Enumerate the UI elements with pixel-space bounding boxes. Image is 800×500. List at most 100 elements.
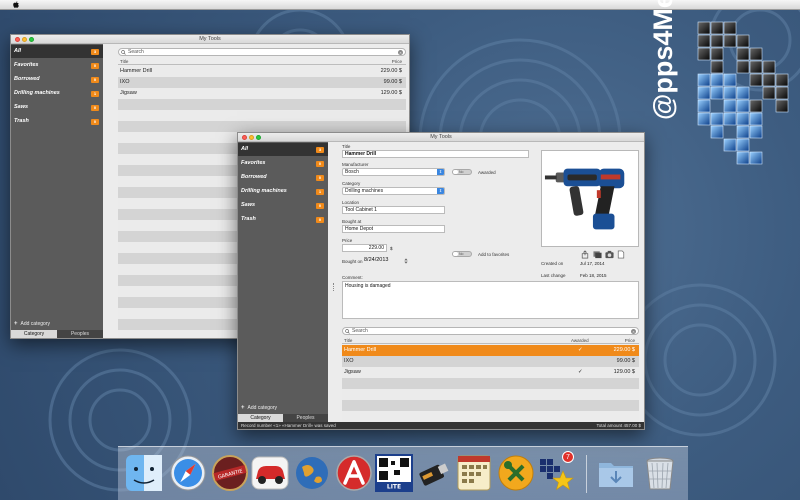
price-field[interactable]: 229.00	[342, 244, 387, 252]
camera-icon[interactable]	[605, 250, 614, 259]
zoom-button[interactable]	[256, 135, 261, 140]
minimize-button[interactable]	[22, 37, 27, 42]
safari-icon[interactable]	[168, 453, 208, 493]
close-button[interactable]	[242, 135, 247, 140]
segment-peoples[interactable]: Peoples	[57, 330, 103, 338]
cell-title: Hammer Drill	[344, 347, 377, 353]
table-row[interactable]: IXO 99.00 $	[342, 356, 639, 367]
column-title[interactable]: Title	[344, 337, 352, 344]
category-trash[interactable]: Trash 0	[238, 213, 328, 226]
empty-rows	[342, 378, 639, 422]
category-all[interactable]: All 3	[11, 45, 103, 58]
segment-peoples[interactable]: Peoples	[283, 414, 328, 422]
clear-search-icon[interactable]: ×	[398, 49, 403, 55]
downloads-folder-icon[interactable]	[596, 453, 636, 493]
back-window-titlebar[interactable]: My Tools	[11, 35, 409, 44]
title-label: Title	[342, 144, 351, 149]
photo-library-icon[interactable]	[593, 250, 602, 259]
manufacturer-label: Manufacturer	[342, 162, 369, 167]
tools-app-icon[interactable]	[496, 453, 536, 493]
category-borrowed[interactable]: Borrowed 0	[11, 73, 103, 86]
minimize-button[interactable]	[249, 135, 254, 140]
column-price[interactable]: Price	[392, 58, 402, 65]
segment-category[interactable]: Category	[11, 330, 57, 338]
manufacturer-popup[interactable]: Bosch ⇕	[342, 168, 445, 176]
column-price[interactable]: Price	[625, 337, 635, 344]
trash-icon[interactable]	[640, 453, 680, 493]
category-trash[interactable]: Trash 0	[11, 115, 103, 128]
awarded-label: Awarded	[478, 170, 496, 175]
status-message: Record number «1» «Hammer Drill» was sav…	[241, 423, 336, 428]
price-label: Price	[342, 238, 353, 243]
car-app-icon[interactable]	[250, 453, 290, 493]
category-label: Drilling machines	[241, 188, 287, 194]
finder-icon[interactable]	[124, 453, 164, 493]
category-popup[interactable]: Drilling machines ⇕	[342, 187, 445, 195]
cell-price: 229.00 $	[613, 347, 635, 353]
qr-lite-icon[interactable]: LITE	[374, 453, 414, 493]
add-category-button[interactable]: + Add category	[14, 320, 50, 328]
category-favorites[interactable]: Favorites 0	[238, 157, 328, 170]
zoom-button[interactable]	[29, 37, 34, 42]
category-label: Saws	[14, 104, 29, 110]
column-awarded[interactable]: Awarded	[571, 337, 589, 344]
bought-on-label: Bought on	[342, 259, 363, 264]
apple-menu-icon[interactable]	[12, 1, 20, 9]
sidebar-segmented-control: Category Peoples	[238, 414, 328, 422]
category-drilling-machines[interactable]: Drilling machines 1	[238, 185, 328, 198]
search-placeholder: Search	[352, 328, 368, 334]
category-label: Trash	[241, 216, 256, 222]
last-change-label: Last change	[541, 273, 566, 278]
category-all[interactable]: All 3	[238, 143, 328, 156]
count-badge: 0	[316, 174, 324, 181]
document-icon[interactable]	[617, 250, 625, 259]
category-saws[interactable]: Saws 0	[238, 199, 328, 212]
column-title[interactable]: Title	[120, 58, 128, 65]
notification-badge: 7	[562, 451, 574, 463]
bought-at-label: Bought at	[342, 219, 362, 224]
cell-price: 99.00 $	[383, 79, 402, 85]
awarded-toggle[interactable]: No	[452, 169, 472, 175]
location-field[interactable]: Tool Cabinet 1	[342, 206, 445, 214]
front-window-titlebar[interactable]: My Tools	[238, 133, 644, 142]
table-row[interactable]: IXO 99.00 $	[118, 77, 406, 88]
table-row[interactable]: Hammer Drill ✓ 229.00 $	[342, 345, 639, 356]
garantie-icon[interactable]: GARANTIE	[210, 453, 250, 493]
split-view-handle[interactable]	[333, 283, 334, 291]
category-saws[interactable]: Saws 0	[11, 101, 103, 114]
currency-label: $	[390, 246, 393, 251]
bought-at-field[interactable]: Home Depot	[342, 225, 445, 233]
manufacturer-value: Bosch	[345, 169, 359, 175]
segment-category[interactable]: Category	[238, 414, 283, 422]
clear-search-icon[interactable]: ×	[631, 328, 636, 334]
add-category-button[interactable]: + Add category	[241, 404, 277, 412]
app-store-icon[interactable]	[334, 453, 374, 493]
search-icon	[121, 49, 126, 55]
share-icon[interactable]	[581, 250, 589, 259]
search-field[interactable]: Search ×	[118, 48, 406, 56]
cell-price: 229.00 $	[380, 68, 402, 74]
category-favorites[interactable]: Favorites 0	[11, 59, 103, 72]
bought-on-date-field[interactable]: 8/24/2013	[362, 257, 402, 265]
search-field[interactable]: Search ×	[342, 327, 639, 335]
cell-title: IXO	[120, 79, 130, 85]
category-label: Category	[342, 181, 361, 186]
checkmark-icon: ✓	[578, 347, 583, 353]
favorites-toggle[interactable]: No	[452, 251, 472, 257]
count-badge: 0	[91, 118, 99, 125]
category-borrowed[interactable]: Borrowed 0	[238, 171, 328, 184]
comment-textarea[interactable]: Housing is damaged	[342, 281, 639, 319]
title-field[interactable]: Hammer Drill	[342, 150, 529, 158]
table-row[interactable]: Jigsaw 129.00 $	[118, 88, 406, 99]
tool-image-well[interactable]	[541, 150, 639, 247]
close-button[interactable]	[15, 37, 20, 42]
table-row[interactable]: Jigsaw ✓ 129.00 $	[342, 367, 639, 378]
date-stepper-icon[interactable]	[404, 257, 408, 265]
count-badge: 0	[316, 216, 324, 223]
usb-drive-icon[interactable]	[414, 453, 454, 493]
count-badge: 0	[316, 160, 324, 167]
calendar-notes-icon[interactable]	[454, 453, 494, 493]
globe-app-icon[interactable]	[292, 453, 332, 493]
table-row[interactable]: Hammer Drill 229.00 $	[118, 66, 406, 77]
category-drilling-machines[interactable]: Drilling machines 1	[11, 87, 103, 100]
